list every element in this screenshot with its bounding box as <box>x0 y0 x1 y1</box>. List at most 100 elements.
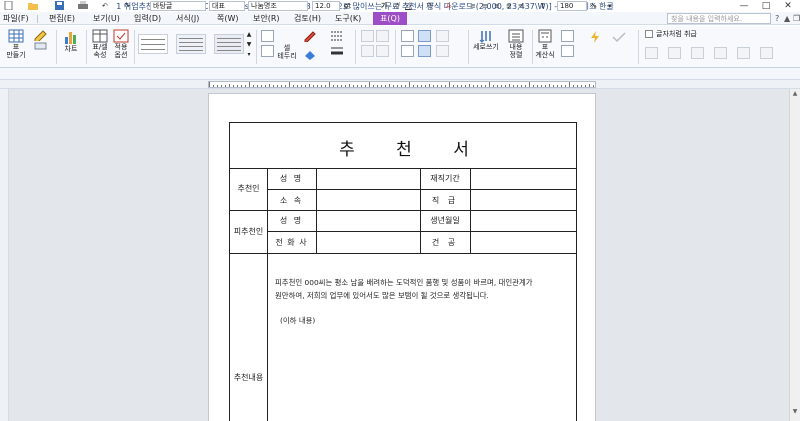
bold-button[interactable]: 가 <box>381 1 387 11</box>
menu-review[interactable]: 검토(H) <box>294 13 321 24</box>
ruler-tick <box>345 85 346 87</box>
menu-file[interactable]: 파일(F) <box>3 13 29 24</box>
menu-insert[interactable]: 입력(D) <box>134 13 161 24</box>
delete-column-icon[interactable] <box>418 45 431 57</box>
close-button[interactable]: ✕ <box>777 0 799 12</box>
cell-border-button[interactable]: 셀 테두리 <box>275 44 299 60</box>
border-all-icon[interactable] <box>261 30 274 42</box>
open-folder-icon[interactable] <box>28 1 38 11</box>
horizontal-ruler[interactable] <box>208 81 596 88</box>
zoom-input[interactable]: 180 <box>557 1 587 11</box>
ruler-tick <box>353 85 354 87</box>
content-line-2[interactable]: 원만하여, 저희의 업무에 있어서도 많은 보탬이 될 것으로 생각됩니다. <box>275 289 573 302</box>
insert-row-below-icon[interactable] <box>376 30 389 42</box>
wrap-top-bottom-icon[interactable] <box>668 47 681 59</box>
checkmark-icon[interactable] <box>606 31 632 45</box>
position-icon[interactable] <box>737 47 750 59</box>
align-distribute-icon[interactable]: ≡ <box>518 1 528 11</box>
vertical-write-button[interactable]: 세로쓰기 <box>472 29 500 51</box>
vertical-scrollbar[interactable]: ▲ ▼ <box>789 89 800 421</box>
treat-as-char-checkbox[interactable] <box>645 30 653 38</box>
language-select[interactable]: 대표 <box>209 1 245 11</box>
make-table-label: 표 만들기 <box>6 43 26 59</box>
table-cell-properties-button[interactable]: 표/셀 속성 <box>89 29 111 59</box>
insert-column-right-icon[interactable] <box>376 45 389 57</box>
menu-view[interactable]: 보기(U) <box>93 13 120 24</box>
table-style-3[interactable] <box>214 34 244 54</box>
sum-icon[interactable] <box>561 30 574 42</box>
ruler-tick <box>445 85 446 87</box>
save-icon[interactable] <box>55 1 65 11</box>
equal-width-icon[interactable] <box>436 45 449 57</box>
wrap-front-icon[interactable] <box>714 47 727 59</box>
line-spacing-icon[interactable]: ↕ <box>540 1 552 11</box>
group-icon[interactable] <box>760 47 773 59</box>
menu-table-active[interactable]: 표(Q) <box>373 12 407 25</box>
underline-button[interactable]: 가 <box>405 1 411 11</box>
table-calc-button[interactable]: 표 계산식 <box>534 29 556 59</box>
redo-icon[interactable]: ↷ <box>124 1 136 11</box>
style-gallery-down-icon[interactable]: ▼ <box>245 41 253 49</box>
cell-fill-button[interactable] <box>300 48 320 61</box>
help-search-input[interactable] <box>667 13 771 24</box>
average-icon[interactable] <box>561 45 574 57</box>
line-style-icon[interactable] <box>330 30 343 42</box>
border-outer-icon[interactable] <box>261 45 274 57</box>
border-color-button[interactable] <box>300 29 320 42</box>
make-table-button[interactable]: 표 만들기 <box>3 29 29 59</box>
scroll-up-icon[interactable]: ▲ <box>790 89 800 99</box>
ruler-tick <box>549 84 550 87</box>
ruler-tick <box>449 82 450 87</box>
help-icon[interactable]: ? <box>775 13 779 24</box>
print-icon[interactable] <box>78 1 88 11</box>
content-align-button[interactable]: 내용 정렬 <box>504 29 528 59</box>
menu-tools[interactable]: 도구(K) <box>335 13 361 24</box>
more-options-icon[interactable]: ▾ <box>608 1 620 11</box>
content-line-1[interactable]: 피추천인 000씨는 평소 남을 배려하는 도덕적인 품행 및 성품이 바르며,… <box>275 276 573 289</box>
content-line-3[interactable]: (이하 내용) <box>280 314 580 327</box>
merge-cells-icon[interactable] <box>401 30 414 42</box>
font-select[interactable]: 나눔명조 <box>248 1 308 11</box>
font-color-icon[interactable]: A <box>446 1 456 11</box>
apply-option-button[interactable]: 적용 옵션 <box>110 29 132 59</box>
vertical-ruler[interactable] <box>0 89 9 421</box>
wrap-square-icon[interactable] <box>645 47 658 59</box>
undo-icon[interactable]: ↶ <box>102 1 114 11</box>
insert-row-above-icon[interactable] <box>361 30 374 42</box>
maximize-button[interactable]: □ <box>755 0 777 12</box>
table-style-1[interactable] <box>138 34 168 54</box>
menu-security[interactable]: 보안(R) <box>253 13 280 24</box>
strikethrough-icon[interactable]: 가 <box>426 1 436 11</box>
collapse-ribbon-icon[interactable]: ▲ <box>784 13 790 24</box>
style-gallery-up-icon[interactable]: ▲ <box>245 31 253 39</box>
split-cells-icon[interactable] <box>401 45 414 57</box>
align-center-icon[interactable]: ≡ <box>482 1 492 11</box>
recommendation-table[interactable]: 추 천 서 추천인 성 명 소 속 재직기간 직 급 피추천인 성 명 전 화 … <box>229 122 577 421</box>
align-left-icon[interactable]: ≡ <box>470 1 480 11</box>
restore-icon[interactable]: ❐ <box>793 13 800 24</box>
align-right-icon[interactable]: ≡ <box>494 1 504 11</box>
document-title[interactable]: 추 천 서 <box>230 135 578 160</box>
chart-button[interactable]: 차트 <box>61 29 81 53</box>
align-justify-icon[interactable]: ≡ <box>506 1 516 11</box>
style-gallery-more-icon[interactable]: ▾ <box>245 51 253 59</box>
delete-row-icon[interactable] <box>418 30 431 42</box>
menu-page[interactable]: 쪽(W) <box>217 13 239 24</box>
menu-format[interactable]: 서식(J) <box>176 13 199 24</box>
wrap-behind-icon[interactable] <box>691 47 704 59</box>
eraser-tool-button[interactable] <box>30 29 52 51</box>
table-style-2[interactable] <box>176 34 206 54</box>
new-doc-icon[interactable] <box>4 0 14 11</box>
insert-column-left-icon[interactable] <box>361 45 374 57</box>
line-width-icon[interactable] <box>330 45 343 57</box>
menu-edit[interactable]: 편집(E) <box>49 13 75 24</box>
eraser-icon <box>34 42 47 50</box>
minimize-button[interactable]: — <box>733 0 755 12</box>
style-select[interactable]: 바탕글 <box>150 1 206 11</box>
italic-button[interactable]: 가 <box>393 1 399 11</box>
ribbon-separator <box>395 30 396 64</box>
lightning-icon[interactable] <box>588 31 602 45</box>
font-size-input[interactable]: 12.0 <box>312 1 340 11</box>
equal-height-icon[interactable] <box>436 30 449 42</box>
scroll-down-icon[interactable]: ▼ <box>790 407 800 417</box>
